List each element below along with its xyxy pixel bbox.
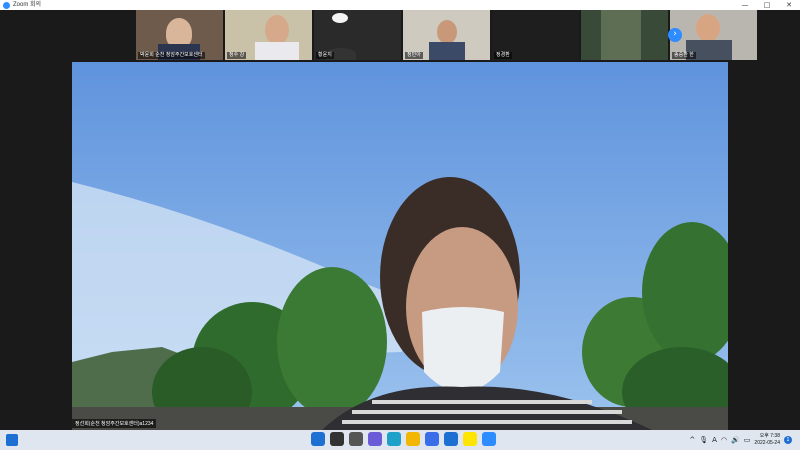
participant-video	[429, 42, 465, 60]
widgets-icon[interactable]	[6, 434, 18, 446]
participant-strip: 박윤희 순천 청암주간보호센터 정수 강 황윤지 정민아 정경환 송승환 한	[136, 10, 757, 60]
participant-name: 황윤지	[316, 52, 334, 59]
kakaotalk-icon[interactable]	[463, 432, 477, 446]
wifi-icon[interactable]: ◠	[721, 436, 727, 444]
notification-badge[interactable]: 1	[784, 436, 792, 444]
clock-time: 오후 7:38	[759, 433, 780, 439]
file-explorer-icon[interactable]	[406, 432, 420, 446]
meeting-area: 박윤희 순천 청암주간보호센터 정수 강 황윤지 정민아 정경환 송승환 한 ›…	[0, 10, 800, 430]
clock[interactable]: 오후 7:38 2022-05-24	[754, 433, 780, 447]
chevron-up-icon[interactable]: ^	[689, 436, 695, 444]
tree	[277, 267, 387, 417]
store-icon[interactable]	[425, 432, 439, 446]
edge-icon[interactable]	[387, 432, 401, 446]
battery-icon[interactable]: ▭	[744, 436, 751, 444]
search-icon[interactable]	[330, 432, 344, 446]
ceiling-light	[332, 13, 348, 23]
participant-tile[interactable]: 정경환	[492, 10, 579, 60]
window-controls: — □ ✕	[734, 0, 800, 10]
participant-name: 송승환 한	[672, 52, 696, 59]
windows-taskbar: ^ 🎙 A ◠ 🔊 ▭ 오후 7:38 2022-05-24 1	[0, 430, 800, 450]
maximize-button[interactable]: □	[756, 0, 778, 10]
language-indicator[interactable]: A	[712, 436, 717, 444]
clock-date: 2022-05-24	[754, 440, 780, 446]
task-view-icon[interactable]	[349, 432, 363, 446]
next-page-button[interactable]: ›	[668, 28, 682, 42]
participant-video	[601, 10, 641, 60]
mask	[422, 307, 504, 392]
participant-tile[interactable]	[581, 10, 668, 60]
microphone-icon[interactable]: 🎙	[699, 436, 708, 444]
participant-video	[265, 15, 289, 45]
participant-video	[437, 20, 457, 44]
chat-icon[interactable]	[368, 432, 382, 446]
participant-tile[interactable]: 박윤희 순천 청암주간보호센터	[136, 10, 223, 60]
participant-tile[interactable]: 송승환 한	[670, 10, 757, 60]
participant-video	[255, 42, 299, 60]
participant-tile[interactable]: 정민아	[403, 10, 490, 60]
mail-icon[interactable]	[444, 432, 458, 446]
close-button[interactable]: ✕	[778, 0, 800, 10]
participant-name: 박윤희 순천 청암주간보호센터	[138, 52, 205, 59]
minimize-button[interactable]: —	[734, 0, 756, 10]
participant-tile[interactable]: 정수 강	[225, 10, 312, 60]
active-speaker-video: 정선희(순천 청암주간보호센터)a1234	[72, 62, 728, 430]
zoom-app-icon	[3, 1, 10, 9]
system-tray: ^ 🎙 A ◠ 🔊 ▭ 오후 7:38 2022-05-24 1	[689, 432, 792, 448]
window-title: Zoom 회의	[13, 2, 42, 8]
video-frame	[72, 62, 728, 430]
window-title-bar: Zoom 회의 — □ ✕	[0, 0, 800, 10]
volume-icon[interactable]: 🔊	[731, 436, 740, 444]
active-speaker-name: 정선희(순천 청암주간보호센터)a1234	[72, 419, 157, 428]
participant-name: 정수 강	[227, 52, 247, 59]
windows-start-icon[interactable]	[311, 432, 325, 446]
taskbar-apps	[311, 432, 496, 446]
zoom-icon[interactable]	[482, 432, 496, 446]
participant-tile[interactable]: 황윤지	[314, 10, 401, 60]
participant-name: 정경환	[494, 52, 512, 59]
participant-name: 정민아	[405, 52, 423, 59]
participant-video	[696, 14, 720, 42]
